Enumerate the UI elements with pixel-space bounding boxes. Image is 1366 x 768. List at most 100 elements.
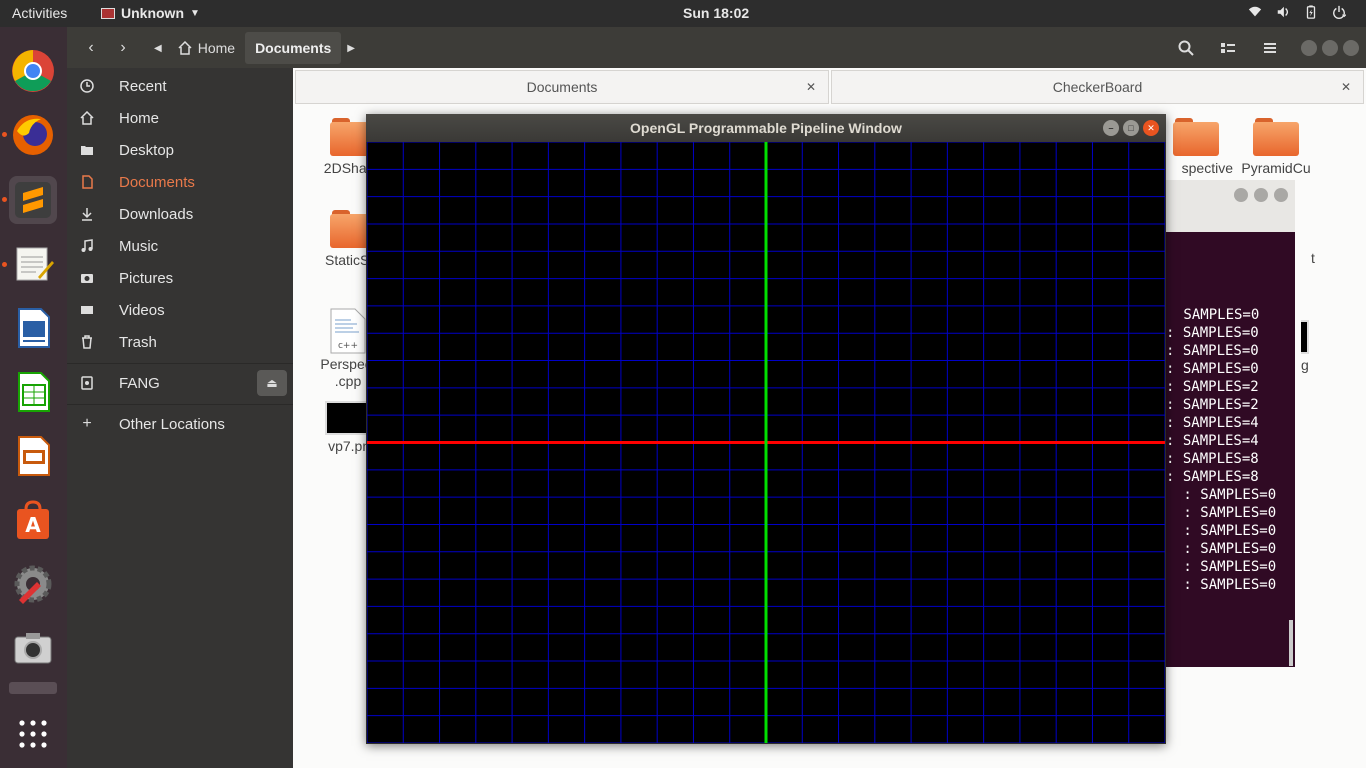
sidebar-item-label: Music [119, 237, 159, 255]
text-editor-launcher[interactable] [9, 240, 57, 288]
sidebar-item-label: Recent [119, 77, 167, 95]
chevron-down-icon: ▼ [190, 7, 200, 19]
battery-icon[interactable] [1304, 5, 1318, 19]
plus-icon: + [82, 415, 92, 432]
sidebar-item-downloads[interactable]: Downloads [67, 199, 293, 229]
file-item[interactable]: t [1303, 250, 1323, 266]
app-menu-label: Unknown [121, 5, 184, 21]
pathbar-scroll-left[interactable]: ◀ [148, 32, 168, 64]
file-item[interactable]: PyramidCu [1231, 118, 1321, 176]
terminal-line: : SAMPLES=2 [1166, 397, 1259, 413]
download-icon [79, 206, 95, 222]
dock: A [0, 27, 67, 768]
file-item[interactable]: g [1301, 320, 1323, 373]
maximize-button[interactable]: □ [1123, 120, 1139, 136]
sidebar-item-label: Home [119, 109, 160, 127]
sidebar-item-home[interactable]: Home [67, 103, 293, 133]
close-icon[interactable]: ✕ [1341, 80, 1351, 94]
view-toggle-button[interactable] [1213, 34, 1243, 62]
system-tray[interactable] [1248, 5, 1346, 19]
sidebar-item-videos[interactable]: Videos [67, 295, 293, 325]
close-button[interactable] [1343, 40, 1359, 56]
pathbar-home[interactable]: Home [168, 32, 245, 64]
menu-button[interactable] [1255, 34, 1285, 62]
pathbar-home-label: Home [197, 40, 236, 56]
back-button[interactable]: ‹ [76, 34, 106, 62]
pathbar-current[interactable]: Documents [245, 32, 342, 64]
file-label: PyramidCu [1241, 160, 1311, 176]
sublime-launcher[interactable] [9, 176, 57, 224]
close-icon[interactable]: ✕ [806, 80, 816, 94]
terminal-line: : SAMPLES=0 [1175, 541, 1277, 557]
sidebar-item-label: Documents [119, 173, 195, 191]
minimize-button[interactable]: – [1103, 120, 1119, 136]
running-indicator [2, 197, 7, 202]
camera-launcher[interactable] [9, 624, 57, 672]
minimize-button[interactable] [1301, 40, 1317, 56]
file-label: g [1301, 357, 1309, 373]
calc-launcher[interactable] [9, 368, 57, 416]
terminal-window[interactable]: SAMPLES=0: SAMPLES=0: SAMPLES=0: SAMPLES… [1165, 180, 1295, 667]
sidebar-item-documents[interactable]: Documents [67, 167, 293, 197]
maximize-button[interactable] [1322, 40, 1338, 56]
app-grid-icon [19, 720, 47, 748]
window-icon[interactable] [9, 682, 57, 694]
opengl-window[interactable]: OpenGL Programmable Pipeline Window – □ … [366, 114, 1166, 744]
wifi-icon[interactable] [1248, 5, 1262, 19]
svg-text:c++: c++ [338, 341, 358, 351]
running-indicator [2, 262, 7, 267]
show-applications-button[interactable] [9, 710, 57, 758]
sidebar-item-trash[interactable]: Trash [67, 327, 293, 357]
sidebar-item-label: Videos [119, 301, 165, 319]
sidebar-item-recent[interactable]: Recent [67, 71, 293, 101]
eject-button[interactable]: ⏏ [257, 370, 287, 396]
music-icon [79, 238, 95, 254]
software-launcher[interactable]: A [9, 496, 57, 544]
terminal-scrollbar[interactable] [1289, 620, 1293, 666]
triangle-right-icon: ▶ [347, 42, 355, 54]
file-label: t [1311, 250, 1315, 266]
terminal-titlebar[interactable] [1165, 180, 1295, 232]
maximize-button[interactable] [1254, 188, 1268, 202]
minimize-button[interactable] [1234, 188, 1248, 202]
chrome-launcher[interactable] [9, 47, 57, 95]
sidebar-item-music[interactable]: Music [67, 231, 293, 261]
terminal-line: : SAMPLES=0 [1175, 559, 1277, 575]
pathbar-current-label: Documents [255, 40, 332, 56]
clock[interactable]: Sun 18:02 [683, 5, 749, 21]
forward-button[interactable]: › [108, 34, 138, 62]
opengl-canvas[interactable] [367, 142, 1165, 743]
file-item[interactable]: spective [1163, 118, 1233, 176]
volume-icon[interactable] [1276, 5, 1290, 19]
opengl-titlebar[interactable]: OpenGL Programmable Pipeline Window – □ … [366, 114, 1166, 142]
impress-launcher[interactable] [9, 432, 57, 480]
writer-launcher[interactable] [9, 304, 57, 352]
settings-launcher[interactable] [9, 560, 57, 608]
power-menu-icon[interactable] [1332, 5, 1346, 19]
chrome-icon [12, 50, 54, 92]
pathbar-scroll-right[interactable]: ▶ [341, 32, 361, 64]
sidebar-item-label: FANG [119, 374, 160, 392]
close-button[interactable]: ✕ [1143, 120, 1159, 136]
calc-icon [18, 372, 50, 412]
chevron-left-icon: ‹ [88, 39, 94, 56]
files-sidebar: Recent Home Desktop Documents Downloads … [67, 68, 293, 768]
tab-documents[interactable]: Documents ✕ [295, 70, 829, 104]
impress-icon [18, 436, 50, 476]
sidebar-item-other-locations[interactable]: + Other Locations [67, 409, 293, 439]
camera-icon [14, 633, 52, 664]
tab-checkerboard[interactable]: CheckerBoard ✕ [831, 70, 1364, 104]
sidebar-item-desktop[interactable]: Desktop [67, 135, 293, 165]
search-button[interactable] [1171, 34, 1201, 62]
firefox-launcher[interactable] [9, 111, 57, 159]
terminal-line: : SAMPLES=0 [1175, 577, 1277, 593]
close-button[interactable] [1274, 188, 1288, 202]
terminal-line: : SAMPLES=8 [1166, 469, 1259, 485]
app-menu[interactable]: Unknown ▼ [101, 5, 200, 21]
terminal-line: : SAMPLES=0 [1175, 523, 1277, 539]
list-view-icon [1221, 43, 1235, 53]
activities-button[interactable]: Activities [12, 5, 67, 21]
sidebar-item-pictures[interactable]: Pictures [67, 263, 293, 293]
window-title: OpenGL Programmable Pipeline Window [630, 120, 902, 136]
text-editor-icon [16, 247, 54, 281]
